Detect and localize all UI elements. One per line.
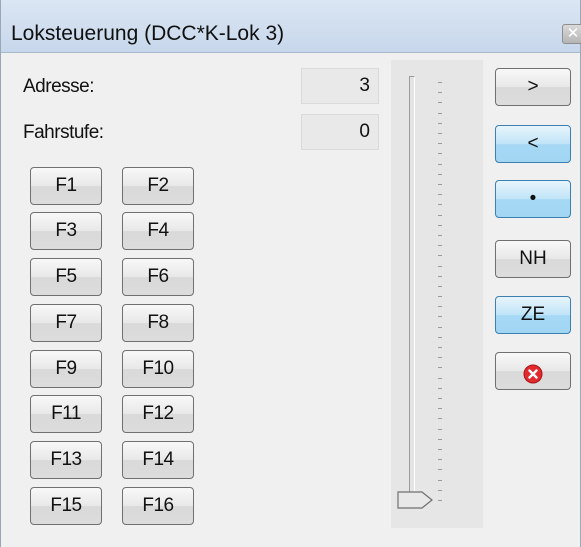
emergency-stop-button[interactable] — [495, 352, 571, 390]
slider-tick — [438, 82, 442, 83]
slider-tick — [438, 378, 442, 379]
slider-tick — [438, 286, 442, 287]
slider-tick — [438, 337, 442, 338]
title-bar: Loksteuerung (DCC*K-Lok 3) ✕ — [1, 0, 581, 53]
slider-tick — [438, 490, 442, 491]
function-button-f9[interactable]: F9 — [30, 350, 102, 388]
function-button-f6[interactable]: F6 — [122, 258, 194, 296]
function-button-f14[interactable]: F14 — [122, 441, 194, 479]
adresse-value: 3 — [301, 68, 379, 104]
slider-tick — [438, 245, 442, 246]
slider-tick — [438, 133, 442, 134]
close-icon: ✕ — [566, 25, 580, 42]
slider-tick — [438, 215, 442, 216]
slider-tick — [438, 204, 442, 205]
slider-tick — [438, 408, 442, 409]
function-button-f4[interactable]: F4 — [122, 212, 194, 250]
slider-tick — [438, 500, 442, 501]
function-button-f8[interactable]: F8 — [122, 304, 194, 342]
speed-slider[interactable] — [391, 60, 483, 528]
nh-button[interactable]: NH — [495, 240, 571, 278]
function-button-f13[interactable]: F13 — [30, 441, 102, 479]
slider-tick — [438, 439, 442, 440]
slider-tick — [438, 194, 442, 195]
adresse-label: Adresse: — [23, 76, 94, 97]
slider-tick — [438, 184, 442, 185]
slider-tick — [438, 347, 442, 348]
window-title: Loksteuerung (DCC*K-Lok 3) — [11, 22, 285, 45]
slider-tick — [438, 153, 442, 154]
slider-tick — [438, 276, 442, 277]
function-button-f10[interactable]: F10 — [122, 350, 194, 388]
ze-button[interactable]: ZE — [495, 296, 571, 334]
slider-tick — [438, 449, 442, 450]
slider-tick — [438, 367, 442, 368]
slider-tick — [438, 225, 442, 226]
function-button-f15[interactable]: F15 — [30, 487, 102, 525]
slider-tick — [438, 174, 442, 175]
function-button-f16[interactable]: F16 — [122, 487, 194, 525]
speed-slider-thumb[interactable] — [396, 490, 434, 510]
slider-tick — [438, 266, 442, 267]
slider-tick — [438, 123, 442, 124]
slider-tick — [438, 316, 442, 317]
slider-tick — [438, 398, 442, 399]
slider-tick — [438, 357, 442, 358]
slider-tick — [438, 429, 442, 430]
slider-tick — [438, 327, 442, 328]
loksteuerung-window: Loksteuerung (DCC*K-Lok 3) ✕ Adresse: 3 … — [0, 0, 581, 547]
function-button-f11[interactable]: F11 — [30, 395, 102, 433]
function-button-f2[interactable]: F2 — [122, 167, 194, 205]
slider-tick — [438, 143, 442, 144]
slider-tick — [438, 459, 442, 460]
slider-tick — [438, 306, 442, 307]
slider-tick — [438, 102, 442, 103]
stop-button[interactable]: • — [495, 180, 571, 218]
slider-tick — [438, 235, 442, 236]
slider-tick — [438, 296, 442, 297]
fahrstufe-label: Fahrstufe: — [23, 122, 104, 143]
slider-tick — [438, 418, 442, 419]
slider-tick — [438, 164, 442, 165]
fahrstufe-value: 0 — [301, 114, 379, 150]
close-button[interactable]: ✕ — [562, 24, 581, 44]
slider-tick — [438, 92, 442, 93]
speed-slider-track[interactable] — [409, 76, 415, 505]
slider-tick — [438, 469, 442, 470]
slider-tick — [438, 480, 442, 481]
function-button-f7[interactable]: F7 — [30, 304, 102, 342]
function-button-f3[interactable]: F3 — [30, 212, 102, 250]
function-button-f1[interactable]: F1 — [30, 167, 102, 205]
backward-button[interactable]: < — [495, 125, 571, 163]
slider-tick — [438, 388, 442, 389]
error-icon — [523, 361, 543, 384]
function-button-f12[interactable]: F12 — [122, 395, 194, 433]
slider-tick — [438, 255, 442, 256]
function-button-f5[interactable]: F5 — [30, 258, 102, 296]
slider-tick — [438, 113, 442, 114]
forward-button[interactable]: > — [495, 68, 571, 106]
